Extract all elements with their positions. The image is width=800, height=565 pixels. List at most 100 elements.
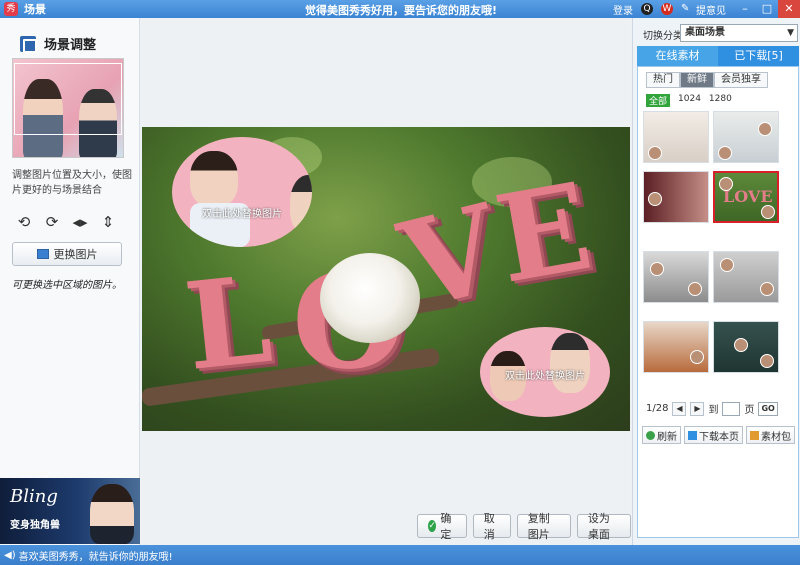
love-letter-l: L — [178, 248, 278, 399]
feedback-link[interactable]: 提意见 — [696, 2, 726, 17]
download-page-label: 下载本页 — [699, 431, 739, 443]
page-to-label: 到 — [708, 405, 719, 416]
sort-hot[interactable]: 热门 — [646, 72, 680, 88]
scene-thumbnail[interactable] — [643, 251, 709, 303]
ok-label: 确定 — [440, 512, 452, 541]
crop-selection-box[interactable] — [14, 63, 122, 135]
rotate-right-icon[interactable]: ⟳ — [42, 212, 62, 232]
refresh-button[interactable]: 刷新 — [642, 426, 681, 444]
maximize-button[interactable]: □ — [756, 0, 778, 18]
refresh-icon — [646, 430, 655, 440]
slogan-text: 觉得美图秀秀好用，要告诉您的朋友哦! — [305, 4, 498, 17]
check-icon: ✓ — [428, 520, 437, 532]
photo-person-boy — [190, 151, 238, 207]
weibo-icon[interactable]: W — [661, 3, 673, 15]
scene-thumbnail[interactable] — [643, 321, 709, 373]
ad-model-image — [90, 484, 134, 544]
scene-thumbnail-selected[interactable]: LOVE — [713, 171, 779, 223]
sort-buttons: 热门 新鲜 会员独享 — [646, 72, 768, 88]
chevron-down-icon: ▼ — [787, 28, 794, 38]
scene-thumbnail[interactable] — [713, 251, 779, 303]
app-window: 秀 场景 觉得美图秀秀好用，要告诉您的朋友哦! 登录 Q W ✎ 提意见 – □… — [0, 0, 800, 565]
ad-banner[interactable]: Bling 变身独角兽 — [0, 478, 140, 544]
cancel-label: 取消 — [483, 512, 495, 541]
go-button[interactable]: GO — [758, 401, 778, 416]
thumb-avatar — [648, 192, 662, 206]
tab-downloaded[interactable]: 已下载[5] — [718, 46, 799, 66]
replace-image-label: 更换图片 — [53, 248, 98, 261]
material-pack-label: 素材包 — [761, 431, 791, 443]
flip-horizontal-icon[interactable]: ◂▸ — [70, 212, 90, 232]
status-text[interactable]: 喜欢美图秀秀，就告诉你的朋友哦! — [19, 548, 173, 563]
thumb-avatar — [648, 146, 662, 160]
size-1280[interactable]: 1280 — [709, 94, 732, 107]
pagination: 1/28 ◀ ▶ 到 页 GO — [646, 401, 778, 416]
thumb-avatar — [760, 354, 774, 368]
handwritten-note: 可更换选中区域的图片。 — [12, 280, 122, 291]
scene-preview-thumbnail[interactable] — [12, 58, 124, 158]
sort-vip[interactable]: 会员独享 — [714, 72, 768, 88]
login-link[interactable]: 登录 — [613, 2, 633, 17]
panel-title: 场景调整 — [44, 38, 97, 53]
download-icon — [688, 430, 697, 440]
replace-hint-1: 双击此处替换图片 — [202, 209, 282, 220]
close-button[interactable]: ✕ — [778, 0, 800, 18]
set-desktop-button[interactable]: 设为桌面 — [576, 512, 631, 541]
app-logo-icon: 秀 — [4, 2, 18, 16]
canvas-actions: ✓ 确定 取消 复制图片 设为桌面 — [417, 512, 631, 541]
tab-online[interactable]: 在线素材 — [637, 46, 718, 66]
white-flower-bouquet — [320, 253, 420, 343]
transform-tools: ⟲ ⟳ ◂▸ ⇕ — [14, 212, 118, 232]
page-number-input[interactable] — [722, 401, 741, 416]
ad-subtitle: 变身独角兽 — [10, 520, 60, 531]
thumb-avatar — [734, 338, 748, 352]
material-tabs: 在线素材 已下载[5] — [637, 46, 799, 66]
size-1024[interactable]: 1024 — [678, 94, 701, 107]
photo-slot-2[interactable]: 双击此处替换图片 — [480, 327, 610, 417]
prev-page-icon[interactable]: ◀ — [672, 401, 687, 416]
category-select[interactable]: 桌面场景 ▼ — [680, 24, 798, 42]
thumb-avatar — [650, 262, 664, 276]
size-all[interactable]: 全部 — [646, 94, 671, 107]
thumb-avatar — [688, 282, 702, 296]
thumb-avatar — [758, 122, 772, 136]
cancel-button[interactable]: 取消 — [472, 512, 511, 541]
size-filters: 全部 1024 1280 — [646, 94, 732, 107]
replace-image-button[interactable]: 更换图片 — [12, 242, 122, 266]
next-page-icon[interactable]: ▶ — [690, 401, 705, 416]
image-icon — [36, 249, 49, 259]
scene-thumbnail[interactable] — [713, 111, 779, 163]
tab-content: 热门 新鲜 会员独享 全部 1024 1280 LOVE 1/28 ◀ ▶ 到 … — [637, 66, 799, 538]
thumb-avatar — [690, 350, 704, 364]
window-title: 场景 — [24, 3, 46, 16]
refresh-label: 刷新 — [657, 431, 677, 443]
feedback-icon: ✎ — [681, 3, 690, 14]
panel-header: 场景调整 — [20, 34, 96, 53]
status-bar: ◀) 喜欢美图秀秀，就告诉你的朋友哦! — [0, 545, 800, 565]
thumb-love-text: LOVE — [723, 187, 773, 206]
qq-icon[interactable]: Q — [641, 3, 653, 15]
scene-image: 双击此处替换图片 L O V E 双击此处替换图片 — [142, 127, 630, 431]
minimize-button[interactable]: – — [734, 0, 756, 18]
help-text: 调整图片位置及大小，使图片更好的与场景结合 — [12, 170, 132, 196]
category-value: 桌面场景 — [685, 27, 725, 38]
page-unit-label: 页 — [744, 405, 755, 416]
scene-thumbnail[interactable] — [643, 111, 709, 163]
material-pack-button[interactable]: 素材包 — [746, 426, 795, 444]
scene-thumbnail[interactable] — [713, 321, 779, 373]
copy-image-button[interactable]: 复制图片 — [516, 512, 571, 541]
ok-button[interactable]: ✓ 确定 — [417, 512, 467, 541]
flip-vertical-icon[interactable]: ⇕ — [98, 212, 118, 232]
page-indicator: 1/28 — [646, 403, 669, 414]
photo-slot-1[interactable]: 双击此处替换图片 — [172, 137, 312, 247]
rotate-left-icon[interactable]: ⟲ — [14, 212, 34, 232]
thumb-avatar — [720, 258, 734, 272]
category-label: 切换分类 — [643, 31, 683, 42]
scene-thumbnail[interactable] — [643, 171, 709, 223]
replace-hint-2: 双击此处替换图片 — [505, 371, 585, 382]
sort-new[interactable]: 新鲜 — [680, 72, 714, 88]
thumb-avatar — [718, 146, 732, 160]
photo-person-girl-2 — [550, 333, 590, 393]
titlebar-actions: 登录 Q W ✎ 提意见 – □ ✕ — [613, 0, 800, 18]
download-page-button[interactable]: 下载本页 — [684, 426, 743, 444]
